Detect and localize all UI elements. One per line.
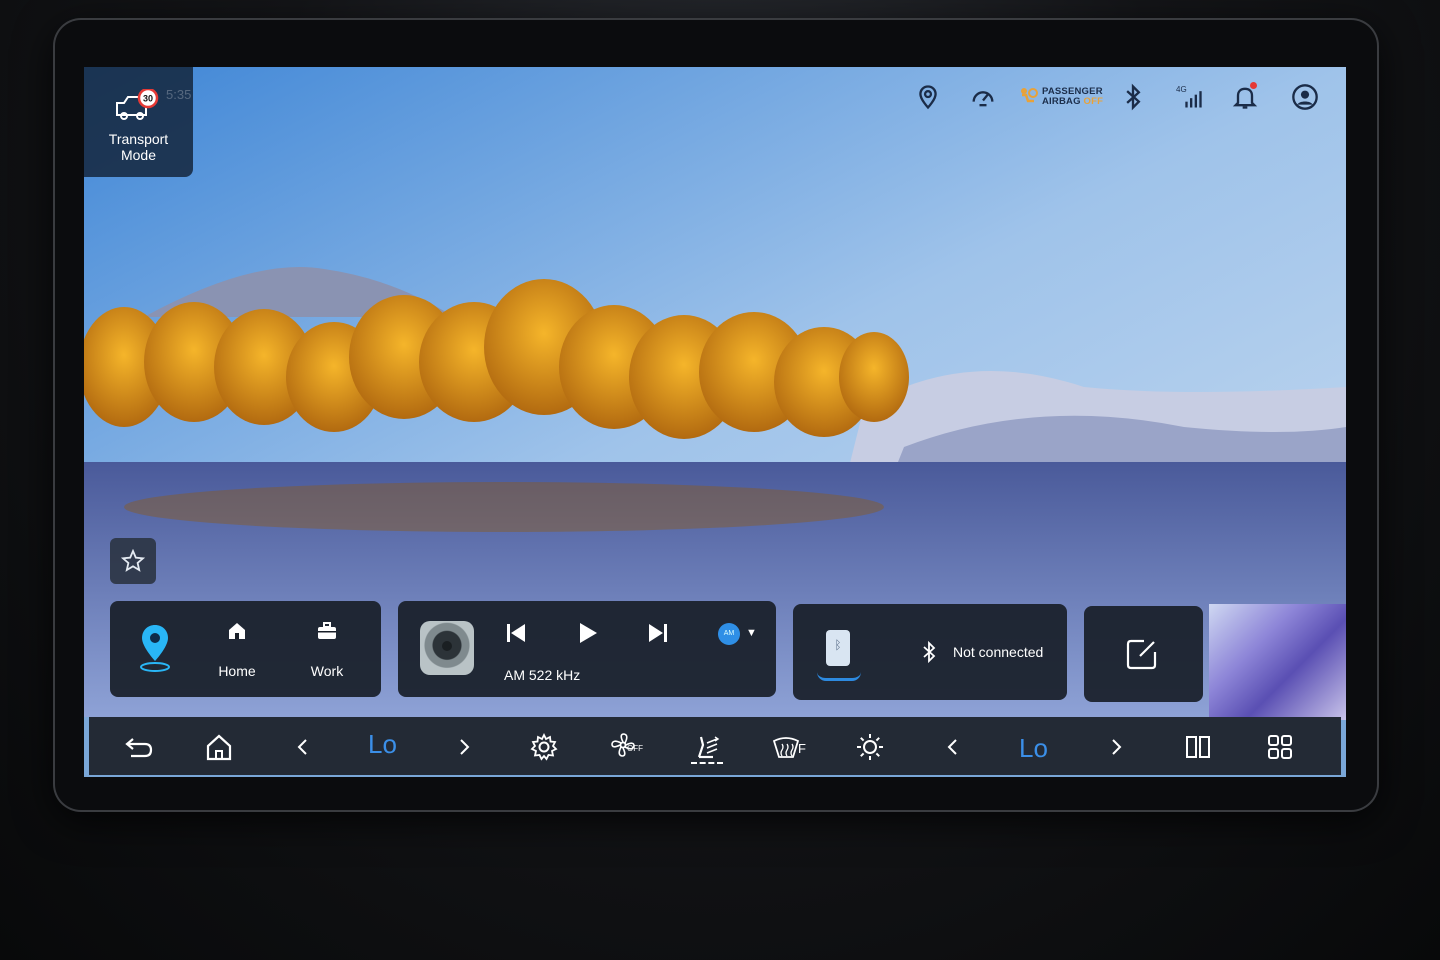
speedometer-icon[interactable]: [969, 83, 997, 111]
active-indicator: [691, 762, 723, 764]
radio-artwork[interactable]: [420, 621, 474, 675]
home-icon: [206, 734, 232, 761]
user-profile-icon[interactable]: [1291, 83, 1319, 111]
right-temp-increase[interactable]: [1100, 731, 1132, 763]
source-selector[interactable]: AM ▼: [716, 621, 760, 647]
favorites-button[interactable]: [110, 538, 156, 584]
app-grid-icon: [1268, 735, 1292, 759]
media-card: AM 522 kHz AM ▼: [398, 601, 776, 697]
edit-card[interactable]: [1084, 606, 1203, 702]
briefcase-icon: [318, 622, 336, 639]
transport-mode-icon: 30: [114, 87, 160, 123]
left-temp-increase[interactable]: [448, 731, 480, 763]
bluetooth-icon: [923, 640, 936, 664]
clock: 5:35: [166, 87, 192, 102]
left-temperature: Lo: [368, 729, 397, 759]
chevron-left-icon: [297, 739, 307, 755]
home-button[interactable]: [203, 731, 235, 763]
cellular-signal-icon: [1176, 83, 1204, 111]
phone-cradle-icon: [817, 672, 861, 681]
back-button[interactable]: [123, 731, 155, 763]
back-icon: [125, 738, 153, 758]
right-temp-decrease[interactable]: [937, 731, 969, 763]
brightness-icon: [857, 734, 883, 760]
fan-state: OFF: [627, 744, 643, 753]
transport-mode-label: Transport Mode: [108, 131, 169, 163]
connection-status: Not connected: [953, 644, 1044, 660]
work-shortcut[interactable]: Work: [297, 619, 357, 679]
passenger-airbag-indicator: PASSENGER AIRBAG OFF: [1018, 84, 1108, 110]
home-shortcut[interactable]: Home: [207, 619, 267, 679]
work-label: Work: [310, 663, 344, 679]
home-icon: [229, 623, 245, 639]
edit-icon: [1126, 639, 1157, 670]
right-temperature: Lo: [1019, 733, 1048, 763]
play-icon: [580, 623, 597, 643]
skip-next-icon: [649, 624, 667, 642]
map-pin-icon[interactable]: [138, 623, 172, 673]
brightness-button[interactable]: [854, 731, 886, 763]
climate-settings-button[interactable]: [528, 731, 560, 763]
next-card-preview[interactable]: [1209, 604, 1346, 720]
split-screen-icon: [1186, 736, 1210, 758]
seat-airflow-icon: [697, 736, 720, 759]
star-edit-icon: [121, 549, 145, 572]
skip-previous-icon: [507, 624, 525, 642]
previous-track-button[interactable]: [502, 619, 530, 647]
location-icon[interactable]: [914, 83, 942, 111]
bluetooth-icon[interactable]: [1119, 83, 1147, 111]
left-temp-decrease[interactable]: [287, 731, 319, 763]
infotainment-screen: 30 5:35 Transport Mode PASSENGER AIRBAG …: [84, 67, 1346, 777]
chevron-left-icon: [947, 739, 957, 755]
bottom-dock: Lo OFF F Lo: [89, 717, 1341, 775]
phone-card[interactable]: Not connected: [793, 604, 1067, 700]
play-button[interactable]: [573, 619, 601, 647]
gear-icon: [530, 732, 558, 761]
airbag-icon: [1021, 88, 1038, 103]
phone-icon: [826, 630, 850, 666]
app-grid-button[interactable]: [1264, 731, 1296, 763]
am-source-icon: AM: [718, 623, 740, 645]
next-track-button[interactable]: [644, 619, 672, 647]
home-label: Home: [218, 663, 256, 679]
seat-climate-button[interactable]: [691, 731, 723, 763]
chevron-right-icon: [1112, 739, 1122, 755]
notification-badge: [1250, 82, 1257, 89]
chevron-right-icon: [460, 739, 470, 755]
station-label: AM 522 kHz: [504, 667, 581, 683]
speed-limit-value: 30: [143, 94, 153, 104]
defrost-label: F: [798, 741, 806, 756]
navigation-card: Home Work: [110, 601, 381, 697]
split-screen-button[interactable]: [1182, 731, 1214, 763]
transport-mode-button[interactable]: 30 5:35 Transport Mode: [84, 67, 193, 177]
chevron-down-icon: ▼: [746, 627, 757, 639]
